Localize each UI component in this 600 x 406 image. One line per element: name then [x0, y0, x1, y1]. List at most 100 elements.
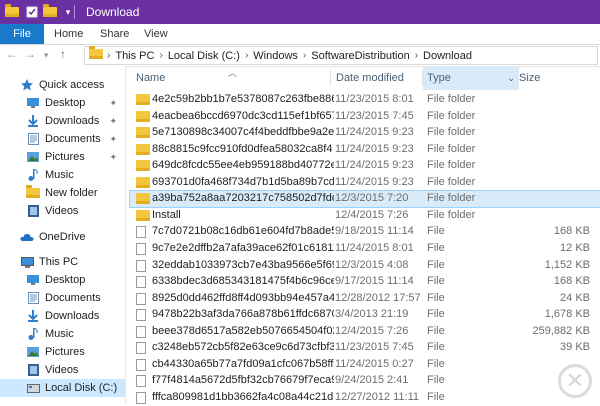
- column-header-type[interactable]: Type ⌄: [423, 66, 519, 90]
- forward-arrow-icon[interactable]: →: [24, 47, 36, 61]
- chevron-right-icon[interactable]: ›: [303, 50, 306, 61]
- chevron-right-icon[interactable]: ›: [245, 50, 248, 61]
- breadcrumb-local-disk[interactable]: Local Disk (C:): [168, 50, 240, 62]
- folder-row[interactable]: 649dc8fcdc55ee4eb959188bd40772e0 11/24/20…: [130, 158, 600, 174]
- sidebar-item-label: Desktop: [45, 97, 86, 109]
- sidebar-item-music[interactable]: Music: [0, 166, 125, 184]
- sidebar-item-documents[interactable]: Documents ✦: [0, 130, 125, 148]
- sidebar-item-this-pc[interactable]: This PC: [0, 253, 125, 271]
- documents-icon: [26, 292, 40, 304]
- file-date: 11/23/2015 7:45: [335, 109, 414, 122]
- watermark-logo: ✕: [496, 360, 596, 402]
- sidebar-item-downloads[interactable]: Downloads ✦: [0, 112, 125, 130]
- sidebar-item-pc-downloads[interactable]: Downloads: [0, 307, 125, 325]
- back-arrow-icon[interactable]: ←: [6, 47, 18, 61]
- file-type: File: [427, 357, 445, 370]
- sidebar-item-onedrive[interactable]: OneDrive: [0, 228, 125, 246]
- sidebar-item-videos[interactable]: Videos: [0, 202, 125, 220]
- file-type: File folder: [427, 93, 476, 105]
- sidebar-item-local-disk[interactable]: Local Disk (C:): [0, 379, 125, 397]
- folder-row[interactable]: a39ba752a8aa7203217c758502d7fddd 12/3/201…: [129, 190, 600, 209]
- download-icon: [26, 310, 40, 322]
- sidebar-item-pc-documents[interactable]: Documents: [0, 289, 125, 307]
- up-arrow-icon[interactable]: ↑: [60, 47, 66, 61]
- pin-icon[interactable]: ✦: [109, 152, 117, 163]
- music-icon: [26, 328, 40, 340]
- star-icon: [20, 79, 34, 91]
- pane-divider[interactable]: [125, 66, 126, 404]
- navigation-bar: ← → ▾ ↑ › This PC › Local Disk (C:) › Wi…: [0, 44, 600, 67]
- breadcrumb-this-pc[interactable]: This PC: [115, 50, 154, 62]
- column-header-type-label: Type: [427, 72, 451, 84]
- desktop-icon: [26, 97, 40, 109]
- videos-icon: [26, 205, 40, 217]
- breadcrumb-windows[interactable]: Windows: [253, 50, 298, 62]
- address-bar[interactable]: › This PC › Local Disk (C:) › Windows › …: [84, 46, 598, 65]
- file-row[interactable]: 9c7e2e2dffb2a7afa39ace62f01c618116346...…: [130, 241, 600, 257]
- folder-row[interactable]: 693701d0fa468f734d7b1d5ba89b7cd7 11/24/20…: [130, 175, 600, 191]
- breadcrumb-softwaredistribution[interactable]: SoftwareDistribution: [311, 50, 409, 62]
- sidebar-item-label: Local Disk (C:): [45, 382, 118, 394]
- column-header-name[interactable]: Name: [136, 66, 326, 90]
- sidebar-item-pc-videos[interactable]: Videos: [0, 361, 125, 379]
- file-name: Install: [152, 208, 181, 221]
- new-folder-icon[interactable]: [42, 4, 58, 20]
- tab-share[interactable]: Share: [90, 24, 139, 44]
- breadcrumb-download[interactable]: Download: [423, 50, 472, 62]
- sidebar-item-label: Quick access: [39, 79, 105, 91]
- folder-icon: [136, 209, 150, 221]
- tab-view[interactable]: View: [134, 24, 178, 44]
- file-icon: [136, 242, 146, 255]
- cloud-icon: [20, 231, 34, 243]
- pin-icon[interactable]: ✦: [109, 116, 117, 127]
- file-row[interactable]: 6338bdec3d685343181475f4b6c96ce17c...9/1…: [130, 274, 600, 290]
- folder-row[interactable]: 88c8815c9fcc910fd0dfea58032ca8f4 11/24/20…: [130, 142, 600, 158]
- sidebar-item-pc-pictures[interactable]: Pictures: [0, 343, 125, 361]
- sidebar-item-new-folder[interactable]: New folder: [0, 184, 125, 202]
- sidebar-item-quick-access[interactable]: Quick access: [0, 76, 125, 94]
- sidebar-item-label: OneDrive: [39, 231, 86, 243]
- file-name: 4e2c59b2bb1b7e5378087c263fbe886a: [152, 93, 334, 105]
- sidebar-item-pc-music[interactable]: Music: [0, 325, 125, 343]
- column-header-date[interactable]: Date modified: [336, 66, 420, 90]
- folder-row[interactable]: 5e7130898c34007c4f4beddfbbe9a2eb 11/24/20…: [130, 125, 600, 141]
- file-row[interactable]: 9478b22b3af3da766a878b61ffdc687023dc...3…: [130, 307, 600, 323]
- pictures-icon: [26, 346, 40, 358]
- pin-icon[interactable]: ✦: [109, 134, 117, 145]
- folder-icon: [4, 4, 20, 20]
- file-row[interactable]: c3248eb572cb5f82e63ce9c6d73cfbf39b10...1…: [130, 340, 600, 356]
- window-title: Download: [86, 5, 140, 19]
- file-icon: [136, 276, 146, 289]
- folder-row[interactable]: 4e2c59b2bb1b7e5378087c263fbe886a 11/23/20…: [130, 92, 600, 108]
- file-type: File folder: [427, 126, 476, 139]
- file-name: 4eacbea6bccd6970dc3cd115ef1bf657: [152, 109, 334, 122]
- chevron-right-icon[interactable]: ›: [415, 50, 418, 61]
- pin-icon[interactable]: ✦: [109, 98, 117, 109]
- file-date: 11/23/2015 7:45: [335, 341, 414, 354]
- tab-file[interactable]: File: [0, 24, 44, 44]
- file-date: 11/24/2015 9:23: [335, 159, 414, 172]
- file-name: cb44330a65b77a7fd09a1cfc067b58ffd6f5a...: [152, 357, 334, 370]
- file-row[interactable]: beee378d6517a582eb5076654504f02c3476...1…: [130, 324, 600, 340]
- properties-icon[interactable]: [24, 4, 40, 20]
- recent-locations-icon[interactable]: ▾: [44, 50, 49, 61]
- folder-icon: [26, 185, 40, 199]
- sidebar-item-desktop[interactable]: Desktop ✦: [0, 94, 125, 112]
- column-header-size[interactable]: Size: [519, 66, 579, 90]
- file-row[interactable]: 8925d0dd462ffd8ff4d093bb94e457a4c86c...1…: [130, 291, 600, 307]
- folder-icon: [136, 94, 150, 105]
- chevron-right-icon[interactable]: ›: [159, 50, 162, 61]
- file-type: File: [427, 275, 445, 288]
- file-row[interactable]: 32eddab1033973cb7e43ba9566e5f697a75...12…: [130, 258, 600, 274]
- sidebar-item-label: Videos: [45, 364, 79, 376]
- folder-row[interactable]: Install 12/4/2015 7:26 File folder: [130, 208, 600, 224]
- file-row[interactable]: 7c7d0721b08c16db61e604fd7b8ade568fb...9/…: [130, 224, 600, 240]
- tab-home[interactable]: Home: [44, 24, 93, 44]
- file-icon: [136, 309, 146, 322]
- sidebar-item-pc-desktop[interactable]: Desktop: [0, 271, 125, 289]
- file-size: 259,882 KB: [532, 324, 591, 337]
- chevron-down-icon[interactable]: ⌄: [507, 66, 515, 90]
- folder-row[interactable]: 4eacbea6bccd6970dc3cd115ef1bf657 11/23/20…: [130, 109, 600, 125]
- sidebar-item-pictures[interactable]: Pictures ✦: [0, 148, 125, 166]
- column-divider[interactable]: [330, 70, 331, 86]
